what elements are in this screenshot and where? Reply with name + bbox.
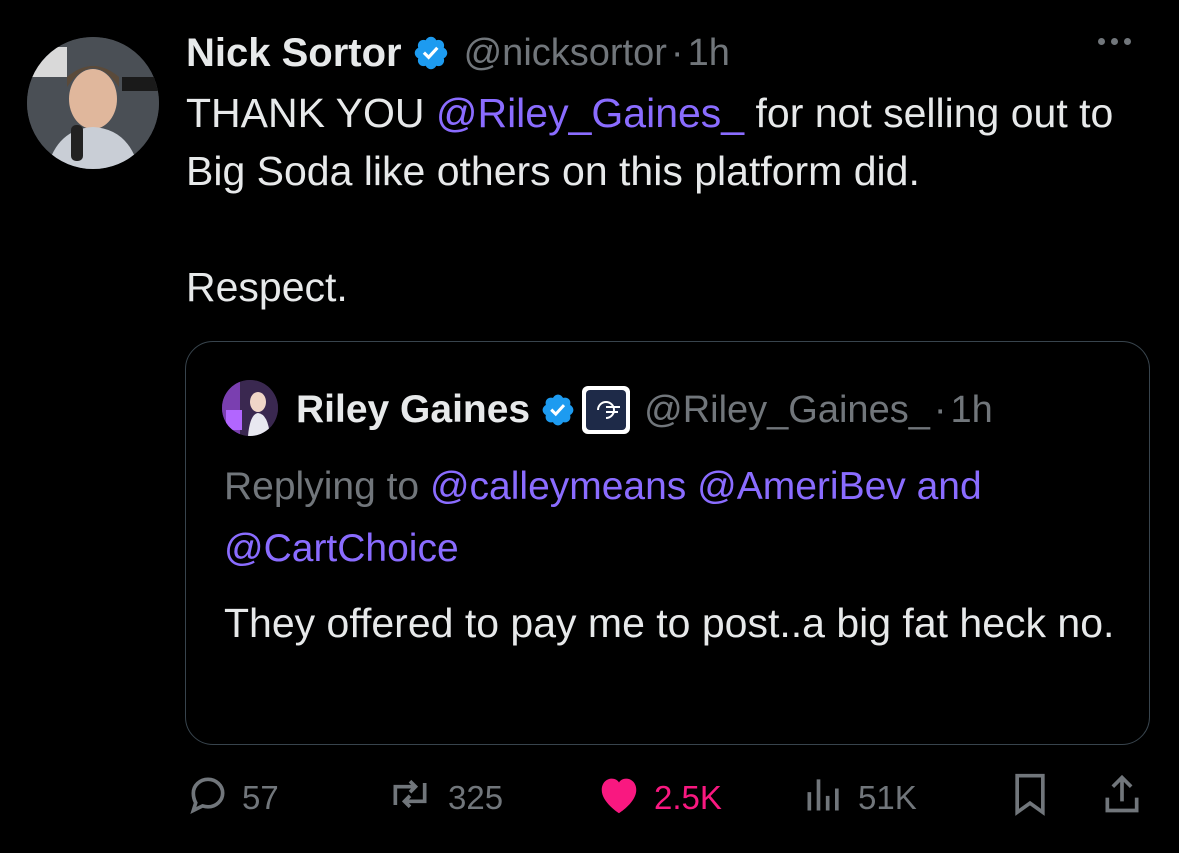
tweet-text-line: Respect. xyxy=(186,264,348,310)
quote-author-name[interactable]: Riley Gaines xyxy=(296,388,530,432)
repost-button[interactable]: 325 xyxy=(384,772,503,824)
quote-header: Riley Gaines @Riley_Gaines_ · 1h xyxy=(296,382,993,438)
views-count: 51K xyxy=(858,779,917,816)
verified-badge-icon xyxy=(412,34,450,72)
share-icon xyxy=(1100,770,1144,826)
author-avatar[interactable] xyxy=(27,37,159,169)
more-icon[interactable] xyxy=(1098,38,1131,45)
mention-link[interactable]: @Riley_Gaines_ xyxy=(436,90,744,136)
tweet-header: Nick Sortor @nicksortor · 1h xyxy=(186,26,1139,80)
quote-time[interactable]: 1h xyxy=(951,389,993,432)
bookmark-icon xyxy=(1008,770,1052,826)
replying-label: Replying to xyxy=(224,465,430,508)
like-button[interactable]: 2.5K xyxy=(596,772,722,824)
action-bar: 57 325 2.5K 51K xyxy=(186,772,1146,824)
quoted-tweet[interactable]: Riley Gaines @Riley_Gaines_ · 1h Replyin… xyxy=(185,341,1150,745)
reply-icon xyxy=(186,772,230,824)
like-count: 2.5K xyxy=(654,779,722,816)
share-button[interactable] xyxy=(1100,772,1144,824)
tweet-time[interactable]: 1h xyxy=(688,32,730,75)
bookmark-button[interactable] xyxy=(1008,772,1052,824)
tweet-text: THANK YOU @Riley_Gaines_ for not selling… xyxy=(186,84,1146,316)
quote-author-avatar[interactable] xyxy=(222,380,278,436)
heart-icon xyxy=(596,772,642,824)
repost-count: 325 xyxy=(448,779,504,816)
reply-count: 57 xyxy=(242,779,279,816)
separator-dot: · xyxy=(670,31,684,74)
views-icon xyxy=(802,772,846,824)
separator-dot: · xyxy=(933,388,947,431)
tweet-text-part: THANK YOU xyxy=(186,90,436,136)
quote-author-handle[interactable]: @Riley_Gaines_ xyxy=(644,389,930,432)
replying-to: Replying to @calleymeans @AmeriBev and @… xyxy=(224,456,1124,580)
affiliation-badge-icon[interactable] xyxy=(582,386,631,434)
author-handle[interactable]: @nicksortor xyxy=(464,32,667,75)
views-button[interactable]: 51K xyxy=(802,772,917,824)
reply-button[interactable]: 57 xyxy=(186,772,279,824)
quote-text: They offered to pay me to post..a big fa… xyxy=(224,600,1115,646)
repost-icon xyxy=(384,772,436,824)
verified-badge-icon xyxy=(540,392,576,428)
author-name[interactable]: Nick Sortor xyxy=(186,31,402,76)
